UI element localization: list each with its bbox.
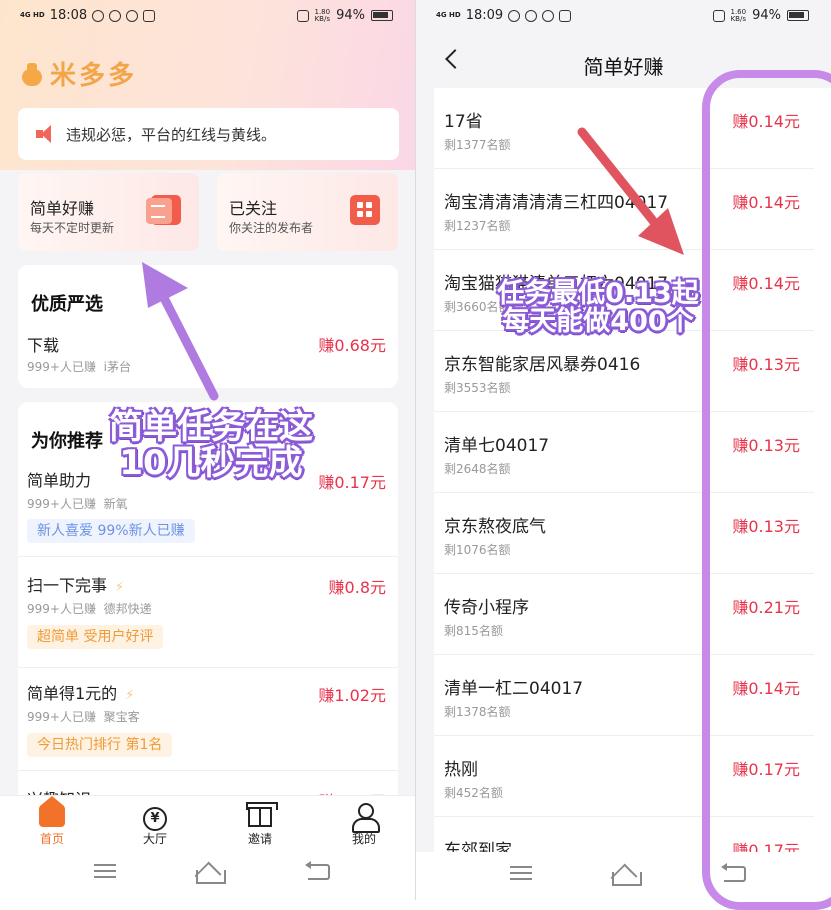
annotation-highlight-box xyxy=(702,70,831,910)
annotation-text-left: 简单任务在这 10几秒完成 xyxy=(109,407,313,483)
annotation-text-right: 任务最低0.13起 每天能做400个 xyxy=(497,278,699,338)
home-screen: 4G HD 18:08 1.80 KB/s 94% 米多多 违规必惩，平台的红线与… xyxy=(0,0,415,900)
